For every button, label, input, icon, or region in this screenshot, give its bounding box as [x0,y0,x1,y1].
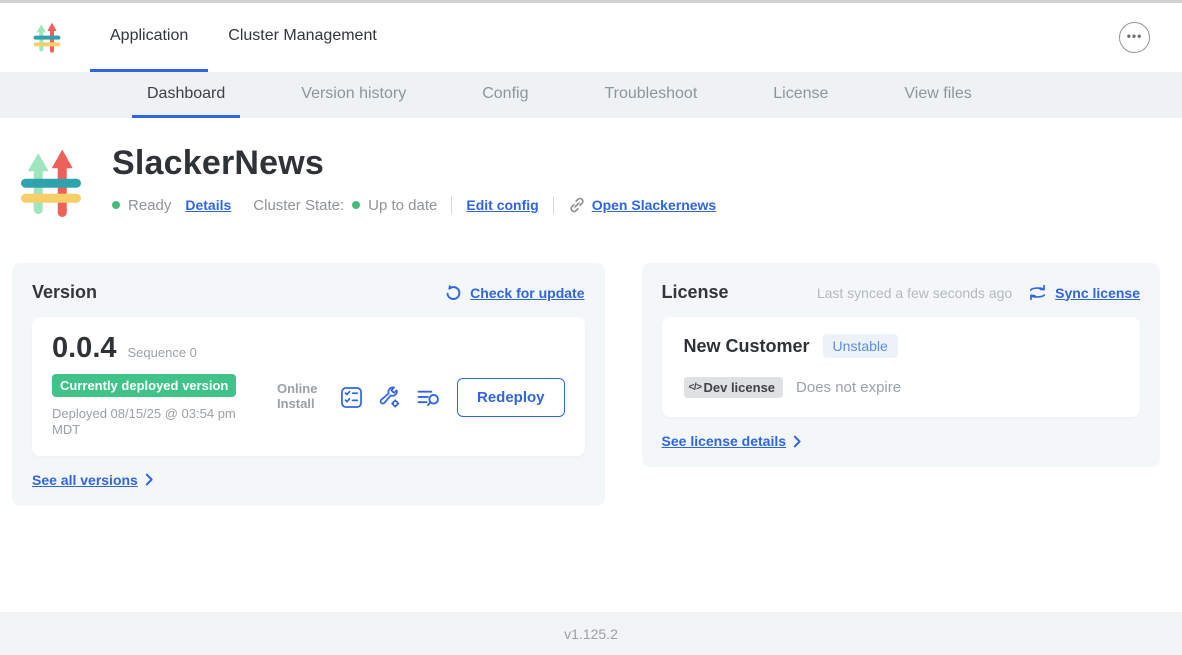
dashboard-cards: Version Check for update 0.0.4 Sequence … [12,263,1160,506]
app-header: SlackerNews Ready Details Cluster State:… [0,118,1182,230]
version-number: 0.0.4 [52,332,117,365]
divider [553,196,554,214]
dashboard-main: SlackerNews Ready Details Cluster State:… [0,118,1182,506]
channel-badge: Unstable [823,334,898,358]
current-version-card: 0.0.4 Sequence 0 Currently deployed vers… [32,317,585,456]
sync-license-label: Sync license [1055,285,1140,301]
version-card-title: Version [32,282,97,303]
app-logo-large [18,138,84,230]
tab-cluster-management[interactable]: Cluster Management [208,3,397,72]
app-status-row: Ready Details Cluster State: Up to date … [112,196,716,214]
subnav-dashboard-label: Dashboard [147,85,225,103]
open-app-link[interactable]: Open Slackernews [568,196,717,214]
slackernews-logo-icon [32,22,62,54]
refresh-icon [444,284,462,302]
license-card: License Last synced a few seconds ago Sy… [642,263,1160,467]
subnav-view-files-label: View files [904,85,971,103]
chevron-right-icon [145,473,154,486]
install-type-label: Online Install [277,382,325,412]
see-all-versions-label: See all versions [32,472,138,488]
divider [451,196,452,214]
tab-application[interactable]: Application [90,3,208,72]
top-nav-tabs: Application Cluster Management [90,3,397,72]
subnav-config-label: Config [482,85,528,103]
wrench-gear-icon [378,386,401,409]
license-detail-card: New Customer Unstable </> Dev license Do… [662,317,1140,417]
subnav-item-view-files[interactable]: View files [889,72,986,118]
subnav-troubleshoot-label: Troubleshoot [604,85,697,103]
subnav-item-config[interactable]: Config [467,72,543,118]
version-card: Version Check for update 0.0.4 Sequence … [12,263,605,506]
sequence-label: Sequence 0 [128,345,197,360]
license-expiration: Does not expire [796,379,901,396]
cluster-state-label: Cluster State: [253,197,344,214]
check-for-update-link[interactable]: Check for update [444,284,584,302]
license-card-title: License [662,282,729,303]
subnav-license-label: License [773,85,828,103]
license-type-tag: </> Dev license [684,377,784,398]
app-logo-small[interactable] [32,22,62,54]
page-title: SlackerNews [112,144,716,183]
chain-link-icon [568,196,586,214]
checklist-icon [340,386,363,409]
see-all-versions-link[interactable]: See all versions [32,472,585,488]
code-icon: </> [689,382,702,393]
app-status-dot [112,201,120,209]
subnav-version-history-label: Version history [301,85,406,103]
cluster-state-text: Up to date [368,197,437,214]
customer-name: New Customer [684,336,810,357]
subnav-item-license[interactable]: License [758,72,843,118]
edit-config-link[interactable]: Edit config [466,197,538,213]
overflow-menu-button[interactable]: ••• [1119,22,1150,53]
tab-application-label: Application [110,27,188,45]
chevron-right-icon [793,435,802,448]
subnav-item-troubleshoot[interactable]: Troubleshoot [589,72,712,118]
console-footer: v1.125.2 [0,612,1182,655]
sync-license-link[interactable]: Sync license [1028,284,1140,301]
cluster-state-dot [352,201,360,209]
redeploy-button[interactable]: Redeploy [457,378,565,417]
app-sub-nav: Dashboard Version history Config Trouble… [0,72,1182,118]
deployed-timestamp: Deployed 08/15/25 @ 03:54 pm MDT [52,406,264,439]
logs-magnifier-icon [416,387,442,408]
subnav-item-dashboard[interactable]: Dashboard [132,72,240,118]
deployed-status-badge: Currently deployed version [52,374,236,397]
app-status-text: Ready [128,197,171,214]
subnav-item-version-history[interactable]: Version history [286,72,421,118]
last-synced-text: Last synced a few seconds ago [817,285,1012,301]
preflight-checks-button[interactable] [340,386,363,409]
license-type-label: Dev license [703,380,775,395]
status-details-link[interactable]: Details [185,197,231,213]
slackernews-logo-icon [18,138,84,230]
tab-cluster-management-label: Cluster Management [228,27,377,45]
see-license-details-label: See license details [662,433,787,449]
top-nav-bar: Application Cluster Management ••• [0,3,1182,72]
see-license-details-link[interactable]: See license details [662,433,1140,449]
view-deploy-logs-button[interactable] [416,387,442,408]
edit-config-button[interactable] [378,386,401,409]
open-app-label: Open Slackernews [592,197,717,213]
sync-arrows-icon [1028,284,1047,301]
ellipsis-icon: ••• [1127,36,1143,40]
console-version: v1.125.2 [564,626,618,642]
check-for-update-label: Check for update [470,285,584,301]
